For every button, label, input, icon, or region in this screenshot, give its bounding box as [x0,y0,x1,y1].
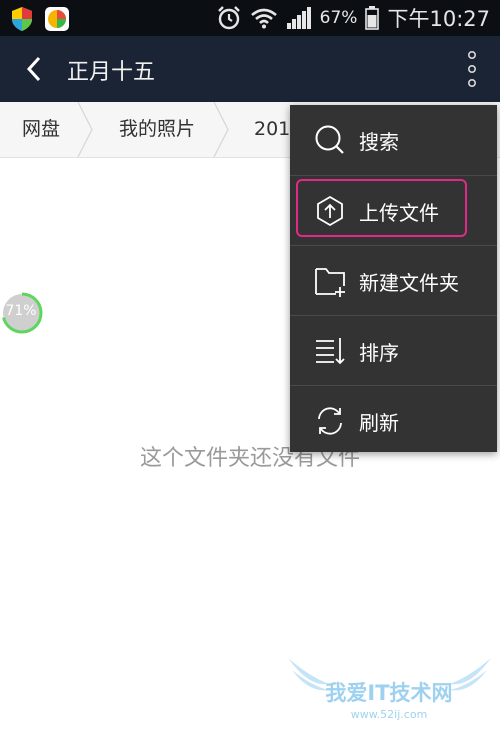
alarm-icon [217,6,240,30]
menu-item-label: 搜索 [359,130,399,154]
signal-icon [286,7,311,29]
status-icons-left [10,6,70,32]
sort-icon [316,338,345,365]
breadcrumb-separator-icon [213,102,229,157]
status-icons-right: 67% 下午10:27 [216,4,490,32]
battery-icon [365,6,380,30]
clock: 下午10:27 [387,7,490,31]
refresh-icon [318,407,342,435]
menu-item-refresh[interactable]: 刷新 [290,385,497,455]
new-folder-icon [315,268,345,297]
chevron-left-icon [26,56,41,82]
breadcrumb-separator-icon [77,102,93,157]
menu-item-label: 排序 [359,341,399,365]
battery-percent: 67% [319,8,358,28]
status-bar: 67% 下午10:27 [0,0,500,36]
upload-icon [317,195,343,227]
menu-item-label: 新建文件夹 [359,271,459,295]
breadcrumb-item-netdisk[interactable]: 网盘 [22,102,60,157]
search-icon [315,125,344,154]
menu-item-search[interactable]: 搜索 [290,105,497,174]
watermark-logo: 我爱IT技术网 www.52ij.com [288,658,491,721]
menu-item-label: 刷新 [359,411,399,435]
app-notification-icon [45,7,69,31]
menu-item-new-folder[interactable]: 新建文件夹 [290,245,497,315]
wifi-icon [250,8,277,29]
shield-icon [12,7,32,31]
breadcrumb-item-my-photos[interactable]: 我的照片 [119,102,195,157]
more-options-button[interactable] [464,50,480,88]
watermark-url: www.52ij.com [351,708,428,721]
overflow-menu: 搜索 上传文件 新建文件夹 排序 刷新 [290,105,497,452]
upload-progress-indicator: 71% [0,291,44,335]
back-button[interactable] [20,54,50,84]
menu-item-upload-file[interactable]: 上传文件 [290,175,497,245]
more-vertical-icon [468,50,477,87]
menu-item-label: 上传文件 [359,201,439,225]
app-bar: 正月十五 [0,36,500,102]
breadcrumb-item-current[interactable]: 201 [254,102,290,157]
page-title: 正月十五 [67,60,156,85]
menu-item-sort[interactable]: 排序 [290,315,497,385]
watermark-brand: 我爱IT技术网 [325,681,452,705]
progress-percent: 71% [5,303,37,319]
